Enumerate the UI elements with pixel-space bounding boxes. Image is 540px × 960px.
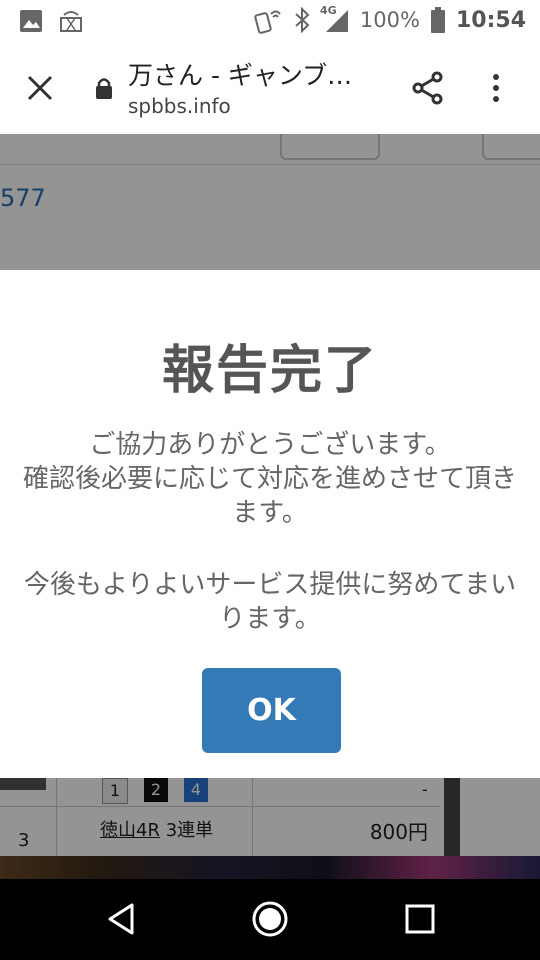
battery-icon	[430, 7, 445, 33]
clock: 10:54	[455, 7, 526, 33]
ok-button[interactable]: OK	[202, 668, 341, 753]
dialog-title: 報告完了	[161, 341, 378, 401]
dialog-message-line: ります。	[219, 604, 321, 634]
page-domain[interactable]: spbbs.info	[128, 94, 231, 118]
dialog-message-line: ご協力ありがとうございます。	[89, 430, 451, 460]
back-button[interactable]	[102, 899, 142, 939]
back-icon	[108, 903, 134, 935]
share-button[interactable]	[410, 70, 446, 110]
cast-icon	[60, 11, 82, 32]
recents-button[interactable]	[400, 899, 440, 939]
recents-icon	[405, 904, 435, 934]
status-bar: 4G 100% 10:54	[0, 0, 540, 42]
home-icon	[252, 901, 288, 937]
battery-percent: 100%	[359, 8, 420, 32]
home-button[interactable]	[250, 899, 290, 939]
navigation-bar	[0, 879, 540, 960]
signal-icon	[325, 10, 348, 32]
system-status: 4G 100% 10:54	[254, 4, 526, 34]
lock-icon	[96, 78, 112, 99]
signal-indicator: 4G	[320, 4, 350, 34]
dialog-message-line: 今後もよりよいサービス提供に努めてまい	[23, 570, 517, 600]
bluetooth-icon	[295, 7, 310, 33]
close-button[interactable]	[22, 70, 58, 106]
report-complete-dialog: 報告完了 ご協力ありがとうございます。 確認後必要に応じて対応を進めさせて頂き …	[0, 270, 540, 778]
custom-tab-toolbar: 万さん - ギャンブ… spbbs.info	[0, 42, 540, 135]
dialog-message-line: 確認後必要に応じて対応を進めさせて頂き	[22, 464, 517, 494]
notification-icons	[18, 8, 84, 34]
overflow-menu-button[interactable]	[490, 72, 502, 108]
share-icon	[412, 71, 443, 105]
dialog-message-line: ます。	[232, 498, 308, 528]
image-icon	[20, 10, 42, 32]
close-icon	[27, 75, 53, 101]
more-vert-icon	[493, 74, 499, 102]
page-title: 万さん - ギャンブ…	[128, 61, 353, 90]
nfc-icon	[254, 10, 281, 34]
